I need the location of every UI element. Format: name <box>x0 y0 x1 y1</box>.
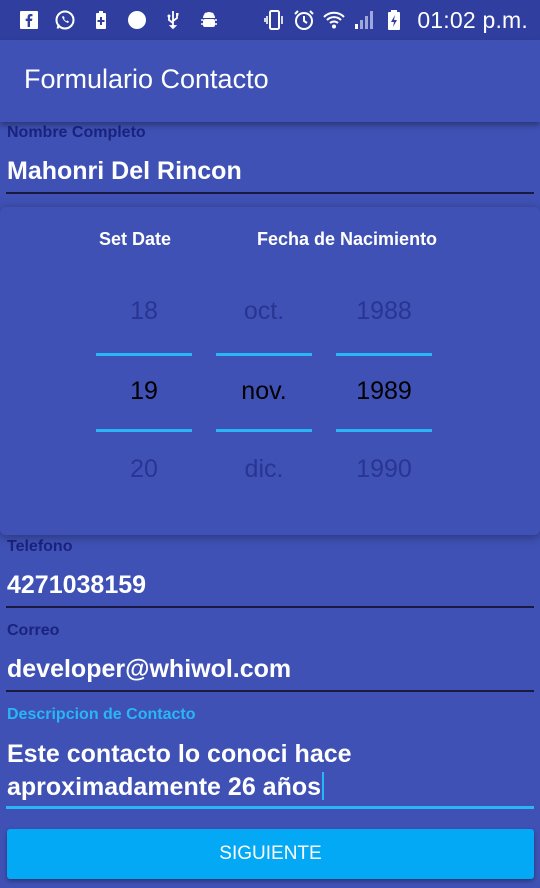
battery-saver-icon <box>90 9 112 31</box>
text-cursor <box>322 772 325 800</box>
name-input[interactable]: Mahonri Del Rincon <box>7 157 242 186</box>
email-underline <box>6 690 534 692</box>
vibrate-icon <box>263 9 285 31</box>
year-spinner[interactable]: 1988 1989 1990 <box>336 267 432 507</box>
circle-icon <box>126 9 148 31</box>
description-underline <box>6 806 534 809</box>
app-bar: Formulario Contacto <box>0 40 540 122</box>
status-bar: 01:02 p.m. <box>0 0 540 40</box>
month-current[interactable]: nov. <box>216 377 312 406</box>
battery-charging-icon <box>383 9 405 31</box>
phone-input[interactable]: 4271038159 <box>7 571 146 600</box>
date-picker: Set Date Fecha de Nacimiento 18 19 20 oc… <box>0 207 540 535</box>
name-underline <box>6 192 534 194</box>
day-divider-top <box>96 353 192 356</box>
day-prev[interactable]: 18 <box>96 297 192 326</box>
signal-icon <box>353 9 375 31</box>
day-divider-bottom <box>96 429 192 432</box>
alarm-icon <box>293 9 315 31</box>
status-time: 01:02 p.m. <box>417 6 528 33</box>
year-prev[interactable]: 1988 <box>336 297 432 326</box>
description-label: Descripcion de Contacto <box>7 706 196 723</box>
description-line-2: aproximadamente 26 años <box>7 771 527 804</box>
description-line-1: Este contacto lo conoci hace <box>7 740 352 768</box>
wifi-icon <box>323 9 346 31</box>
email-label: Correo <box>7 622 60 639</box>
month-divider-bottom <box>216 429 312 432</box>
day-current[interactable]: 19 <box>96 377 192 406</box>
set-date-label: Set Date <box>99 229 172 249</box>
day-spinner[interactable]: 18 19 20 <box>96 267 192 507</box>
year-current[interactable]: 1989 <box>336 377 432 406</box>
name-label: Nombre Completo <box>7 124 146 141</box>
whatsapp-icon <box>54 9 76 31</box>
phone-underline <box>6 606 534 608</box>
usb-icon <box>162 9 184 31</box>
date-picker-title: Fecha de Nacimiento <box>257 229 438 249</box>
month-spinner[interactable]: oct. nov. dic. <box>216 267 312 507</box>
description-input[interactable]: Este contacto lo conoci hace aproximadam… <box>7 738 527 804</box>
month-divider-top <box>216 353 312 356</box>
android-debug-icon <box>198 9 220 31</box>
phone-label: Telefono <box>7 538 73 555</box>
year-divider-top <box>336 353 432 356</box>
month-next[interactable]: dic. <box>216 455 312 484</box>
page-title: Formulario Contacto <box>24 64 269 94</box>
email-input[interactable]: developer@whiwol.com <box>7 655 291 684</box>
month-prev[interactable]: oct. <box>216 297 312 326</box>
year-divider-bottom <box>336 429 432 432</box>
next-button[interactable]: SIGUIENTE <box>7 829 534 879</box>
facebook-icon <box>18 9 40 31</box>
description-line-2-text: aproximadamente 26 años <box>7 773 322 801</box>
day-next[interactable]: 20 <box>96 455 192 484</box>
year-next[interactable]: 1990 <box>336 455 432 484</box>
